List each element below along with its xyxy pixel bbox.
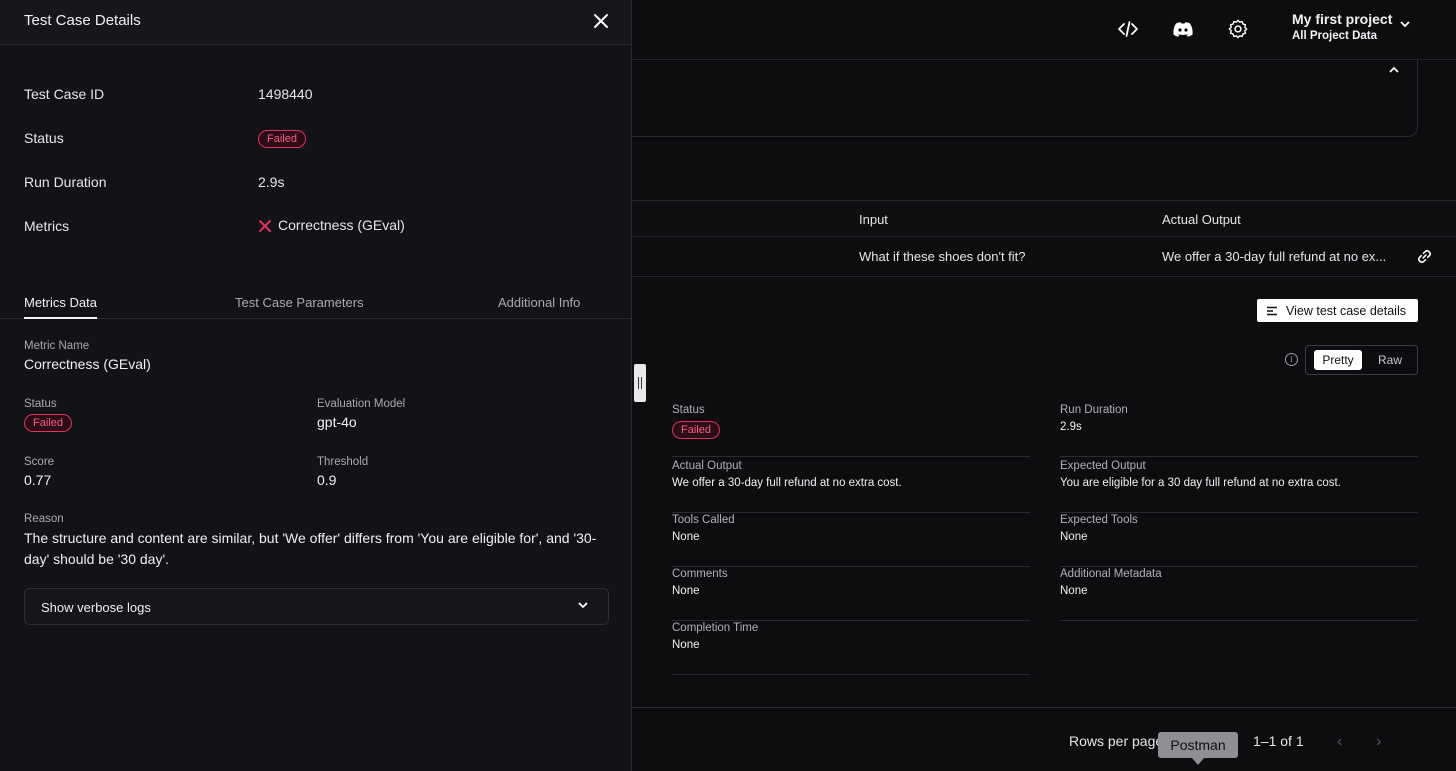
field-value: You are eligible for a 30 day full refun… bbox=[1060, 477, 1341, 489]
field-additional-metadata: Additional Metadata None bbox=[1060, 568, 1418, 621]
metric-status: Status Failed bbox=[24, 398, 72, 432]
failed-x-icon bbox=[259, 220, 271, 233]
field-tools-called: Tools Called None bbox=[672, 514, 1030, 567]
drawer-tabs: Metrics Data Test Case Parameters Additi… bbox=[0, 286, 632, 319]
prev-page-icon[interactable]: ‹ bbox=[1337, 733, 1342, 751]
metric-score: Score 0.77 bbox=[24, 456, 54, 488]
tab-metrics-data[interactable]: Metrics Data bbox=[24, 295, 97, 319]
settings-gear-icon[interactable] bbox=[1225, 16, 1251, 42]
info-icon[interactable]: i bbox=[1285, 353, 1298, 366]
field-value: We offer a 30-day full refund at no extr… bbox=[672, 477, 902, 489]
field-label: Run Duration bbox=[1060, 404, 1128, 416]
status-badge: Failed bbox=[258, 130, 306, 148]
summary-id-value: 1498440 bbox=[258, 86, 313, 102]
summary-id-label: Test Case ID bbox=[24, 86, 105, 102]
summary-metric-item: Correctness (GEval) bbox=[258, 217, 405, 233]
row-input: What if these shoes don't fit? bbox=[859, 249, 1026, 264]
metric-name: Metric Name Correctness (GEval) bbox=[24, 340, 151, 372]
metric-eval-model: Evaluation Model gpt-4o bbox=[317, 398, 405, 430]
test-case-details-drawer: Test Case Details Test Case ID 1498440 S… bbox=[0, 0, 632, 771]
field-run-duration: Run Duration 2.9s bbox=[1060, 404, 1418, 457]
pagination-bar bbox=[632, 707, 1456, 771]
postman-tooltip: Postman bbox=[1158, 732, 1238, 765]
field-label: Status bbox=[672, 404, 705, 416]
status-badge: Failed bbox=[672, 421, 720, 439]
toggle-pretty[interactable]: Pretty bbox=[1314, 350, 1362, 370]
filter-card bbox=[600, 60, 1418, 137]
discord-icon[interactable] bbox=[1170, 16, 1196, 42]
drawer-header: Test Case Details bbox=[0, 0, 631, 45]
metric-name-label: Metric Name bbox=[24, 340, 90, 352]
metric-reason-label: Reason bbox=[24, 513, 64, 525]
field-comments: Comments None bbox=[672, 568, 1030, 621]
field-label: Comments bbox=[672, 568, 728, 580]
drawer-title: Test Case Details bbox=[24, 12, 141, 29]
tab-test-case-parameters[interactable]: Test Case Parameters bbox=[235, 295, 364, 310]
chevron-down-icon bbox=[578, 602, 588, 609]
metric-name-value: Correctness (GEval) bbox=[24, 356, 151, 372]
tab-additional-info[interactable]: Additional Info bbox=[498, 295, 580, 310]
summary-metrics-value: Correctness (GEval) bbox=[278, 217, 405, 233]
metric-score-label: Score bbox=[24, 456, 55, 468]
chevron-down-icon bbox=[1400, 21, 1410, 28]
summary-status-label: Status bbox=[24, 130, 64, 146]
status-badge: Failed bbox=[24, 414, 72, 432]
row-actual-output: We offer a 30-day full refund at no ex..… bbox=[1162, 249, 1387, 264]
metric-score-value: 0.77 bbox=[24, 472, 52, 488]
field-label: Completion Time bbox=[672, 622, 759, 634]
resize-handle[interactable] bbox=[634, 364, 646, 402]
project-scope: All Project Data bbox=[1292, 30, 1377, 42]
field-value: None bbox=[1060, 585, 1088, 597]
close-icon[interactable] bbox=[592, 12, 610, 30]
chevron-up-icon[interactable] bbox=[1389, 66, 1399, 73]
metric-threshold-value: 0.9 bbox=[317, 472, 337, 488]
field-label: Additional Metadata bbox=[1060, 568, 1162, 580]
metric-threshold: Threshold 0.9 bbox=[317, 456, 368, 488]
field-completion-time: Completion Time None bbox=[672, 622, 1030, 675]
field-expected-output: Expected Output You are eligible for a 3… bbox=[1060, 460, 1418, 513]
link-icon[interactable] bbox=[1417, 249, 1432, 264]
metric-threshold-label: Threshold bbox=[317, 456, 369, 468]
metric-reason-label-wrap: Reason bbox=[24, 513, 64, 525]
metric-status-label: Status bbox=[24, 398, 57, 410]
format-toggle: Pretty Raw bbox=[1305, 345, 1418, 375]
metric-model-label: Evaluation Model bbox=[317, 398, 406, 410]
field-value: 2.9s bbox=[1060, 421, 1082, 433]
pagination-range: 1–1 of 1 bbox=[1253, 733, 1304, 749]
field-value: None bbox=[672, 585, 700, 597]
field-label: Expected Output bbox=[1060, 460, 1146, 472]
summary-duration-value: 2.9s bbox=[258, 174, 285, 190]
field-value: None bbox=[672, 531, 700, 543]
field-label: Tools Called bbox=[672, 514, 735, 526]
field-expected-tools: Expected Tools None bbox=[1060, 514, 1418, 567]
metric-reason-value: The structure and content are similar, b… bbox=[24, 530, 597, 567]
summary-duration-label: Run Duration bbox=[24, 174, 107, 190]
view-button-label: View test case details bbox=[1286, 303, 1406, 318]
summary-metrics-label: Metrics bbox=[24, 218, 70, 234]
field-label: Expected Tools bbox=[1060, 514, 1138, 526]
table-header: Input Actual Output bbox=[632, 200, 1456, 237]
rows-per-page-label: Rows per page bbox=[1069, 733, 1164, 749]
view-test-case-details-button[interactable]: View test case details bbox=[1257, 299, 1418, 322]
field-value: None bbox=[1060, 531, 1088, 543]
field-label: Actual Output bbox=[672, 460, 742, 472]
next-page-icon[interactable]: › bbox=[1376, 733, 1381, 751]
project-selector[interactable]: My first project All Project Data bbox=[1292, 11, 1410, 42]
project-name: My first project bbox=[1292, 11, 1393, 27]
verbose-logs-label: Show verbose logs bbox=[41, 600, 151, 615]
field-value: None bbox=[672, 639, 700, 651]
column-header-input: Input bbox=[859, 212, 888, 227]
column-header-actual-output: Actual Output bbox=[1162, 212, 1241, 227]
table-row[interactable]: What if these shoes don't fit? We offer … bbox=[632, 237, 1456, 277]
metric-model-value: gpt-4o bbox=[317, 414, 357, 430]
show-verbose-logs-accordion[interactable]: Show verbose logs bbox=[24, 588, 609, 625]
list-icon bbox=[1267, 306, 1277, 315]
code-icon[interactable] bbox=[1115, 16, 1141, 42]
toggle-raw[interactable]: Raw bbox=[1368, 350, 1412, 370]
field-status: Status Failed bbox=[672, 404, 1030, 457]
field-actual-output: Actual Output We offer a 30-day full ref… bbox=[672, 460, 1030, 513]
